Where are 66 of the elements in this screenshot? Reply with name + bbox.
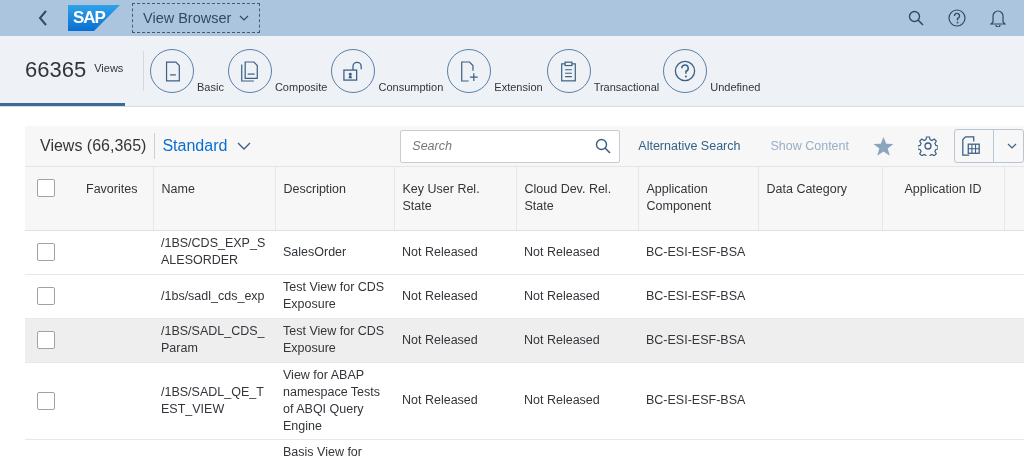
app-title-menu[interactable]: View Browser — [132, 3, 261, 33]
key-user-release-state: Not Released — [402, 332, 478, 347]
logo[interactable]: SAP — [68, 5, 120, 31]
views-count: 66365 — [25, 56, 87, 83]
table-title: Views (66,365) — [40, 137, 147, 155]
chevron-down-icon — [239, 15, 250, 21]
variant-selector[interactable]: Standard — [162, 137, 252, 155]
category-label: Consumption — [378, 81, 444, 93]
application-component: BC-ESI-ESF-BSA — [646, 332, 746, 347]
select-all-checkbox[interactable] — [37, 179, 55, 197]
view-name: /1BS/CDS_EXP_SALESORDER — [161, 236, 266, 267]
category-filter-button[interactable] — [546, 49, 591, 93]
export-split-button[interactable] — [954, 129, 1024, 163]
views-count-label: Views — [94, 61, 124, 74]
category-filter-button[interactable] — [447, 49, 492, 93]
bell-icon[interactable] — [990, 9, 1006, 27]
category-filter-button[interactable] — [331, 49, 376, 93]
key-user-release-state: Not Released — [402, 288, 478, 303]
star-icon[interactable] — [873, 135, 894, 157]
category-label: Undefined — [710, 81, 761, 93]
view-description: Basis View for — [283, 444, 362, 459]
question-icon — [674, 60, 697, 82]
search-field[interactable]: Search — [400, 129, 621, 163]
view-description: SalesOrder — [283, 244, 347, 259]
chevron-down-icon — [1006, 143, 1017, 149]
unlocked-padlock-icon — [342, 61, 365, 81]
view-description: Test View for CDS Exposure — [283, 280, 385, 311]
category-label: Basic — [197, 81, 224, 93]
row-checkbox[interactable] — [37, 287, 55, 305]
search-icon[interactable] — [595, 137, 612, 154]
column-header[interactable]: Favorites — [86, 181, 145, 198]
row-checkbox[interactable] — [37, 243, 55, 261]
document-icon — [163, 60, 181, 82]
back-icon[interactable] — [38, 10, 48, 26]
views-count-tab[interactable]: 66365 Views — [0, 36, 125, 106]
settings-icon[interactable] — [918, 136, 938, 156]
cloud-dev-release-state: Not Released — [524, 288, 600, 303]
application-component: BC-ESI-ESF-BSA — [646, 288, 746, 303]
clipboard-icon — [560, 60, 578, 82]
application-component: BC-ESI-ESF-BSA — [646, 393, 746, 407]
search-icon[interactable] — [908, 10, 924, 26]
documents-icon — [240, 60, 260, 82]
cloud-dev-release-state: Not Released — [524, 332, 600, 347]
row-checkbox[interactable] — [37, 391, 55, 410]
category-filter-button[interactable] — [663, 49, 708, 93]
application-component: BC-ESI-ESF-BSA — [646, 244, 746, 259]
document-add-icon — [459, 60, 479, 82]
view-description: View for ABAP namespace Tests of ABQI Query Engine — [283, 367, 381, 433]
help-icon[interactable] — [948, 9, 966, 27]
spreadsheet-export-icon — [961, 136, 982, 156]
chevron-down-icon — [237, 142, 252, 150]
category-filter-button[interactable] — [150, 49, 194, 93]
category-label: Composite — [274, 81, 328, 93]
view-name: /1BS/SADL_QE_TEST_VIEW — [161, 384, 264, 416]
cloud-dev-release-state: Not Released — [524, 244, 600, 259]
view-description: Test View for CDS Exposure — [283, 324, 385, 355]
row-checkbox[interactable] — [37, 331, 55, 349]
cloud-dev-release-state: Not Released — [524, 393, 600, 407]
category-label: Extension — [494, 81, 543, 93]
alternative-search-button[interactable]: Alternative Search — [638, 139, 741, 153]
key-user-release-state: Not Released — [402, 393, 478, 407]
key-user-release-state: Not Released — [402, 244, 478, 259]
category-label: Transactional — [593, 81, 660, 93]
view-name: /1bs/sadl_cds_exp — [161, 288, 265, 303]
category-filter-button[interactable] — [227, 49, 272, 93]
view-name: /1BS/SADL_CDS_Param — [161, 324, 265, 355]
